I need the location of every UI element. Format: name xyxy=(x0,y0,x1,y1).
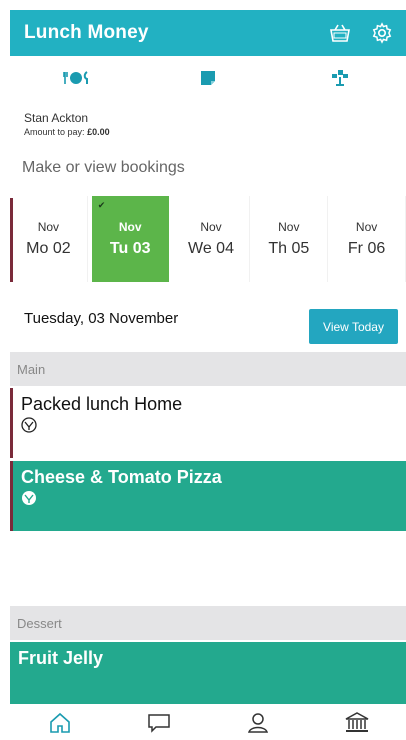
amount-value: £0.00 xyxy=(87,127,110,137)
user-name: Stan Ackton xyxy=(24,111,89,125)
date-cell-mo02[interactable]: Nov Mo 02 xyxy=(10,196,88,282)
date-month: Nov xyxy=(278,220,300,234)
view-today-button[interactable]: View Today xyxy=(309,309,398,344)
amount-label: Amount to pay: xyxy=(24,127,85,137)
app-root: Lunch Money Stan Ackton Amount to pay: £… xyxy=(0,0,406,740)
meal-name: Cheese & Tomato Pizza xyxy=(21,467,222,487)
date-strip: Nov Mo 02 ✔ Nov Tu 03 Nov We 04 Nov Th 0… xyxy=(10,196,406,282)
note-icon[interactable] xyxy=(178,65,238,91)
vegetarian-icon xyxy=(21,417,37,433)
date-day: Fr 06 xyxy=(347,240,386,257)
date-day: Mo 02 xyxy=(26,240,71,257)
meal-name: Fruit Jelly xyxy=(18,648,104,668)
date-month: Nov xyxy=(118,220,142,234)
bookings-heading: Make or view bookings xyxy=(22,159,185,176)
amount-to-pay: Amount to pay: £0.00 xyxy=(24,127,110,137)
settings-icon[interactable] xyxy=(368,19,396,47)
basket-icon[interactable] xyxy=(326,19,354,47)
date-cell-tu03-selected[interactable]: ✔ Nov Tu 03 xyxy=(91,196,169,282)
date-month: Nov xyxy=(200,220,222,234)
date-day: Th 05 xyxy=(268,240,310,257)
meal-item-fruit-jelly[interactable]: Fruit Jelly xyxy=(10,642,406,704)
header-actions xyxy=(326,19,396,47)
trophy-icon[interactable] xyxy=(310,65,370,91)
vegetarian-icon xyxy=(22,491,36,505)
check-icon: ✔ xyxy=(97,200,106,210)
meal-icon[interactable] xyxy=(46,65,106,91)
meal-item-cheese-tomato-pizza[interactable]: Cheese & Tomato Pizza xyxy=(10,461,406,531)
profile-icon[interactable] xyxy=(238,708,278,738)
date-month: Nov xyxy=(37,220,60,234)
meal-name: Packed lunch Home xyxy=(21,394,183,414)
app-title: Lunch Money xyxy=(24,22,149,43)
date-cell-we04[interactable]: Nov We 04 xyxy=(173,196,251,282)
chat-icon[interactable] xyxy=(139,708,179,738)
selected-date-title: Tuesday, 03 November xyxy=(24,310,179,327)
date-day: We 04 xyxy=(188,240,234,257)
bank-icon[interactable] xyxy=(337,708,377,738)
home-icon[interactable] xyxy=(40,708,80,738)
date-cell-fr06[interactable]: Nov Fr 06 xyxy=(328,196,406,282)
category-main: Main xyxy=(10,352,406,386)
category-dessert: Dessert xyxy=(10,606,406,640)
app-header: Lunch Money xyxy=(10,10,406,56)
top-nav xyxy=(10,64,406,92)
date-month: Nov xyxy=(355,220,378,234)
date-day: Tu 03 xyxy=(109,240,151,257)
bottom-nav xyxy=(10,706,406,740)
meal-item-packed-lunch[interactable]: Packed lunch Home xyxy=(10,388,406,458)
date-cell-th05[interactable]: Nov Th 05 xyxy=(250,196,329,282)
